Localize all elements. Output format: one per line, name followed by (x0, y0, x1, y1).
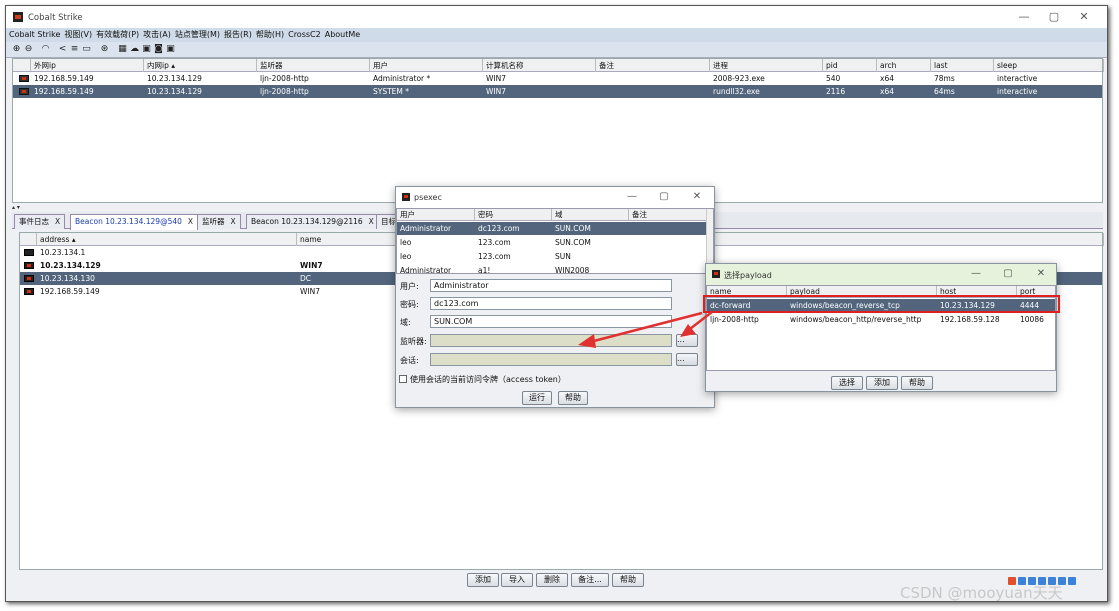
tray-icon (1068, 577, 1076, 585)
arrow-head-1 (578, 334, 596, 348)
annotation-arrows (578, 311, 713, 348)
watermark: CSDN @mooyuan天天 (900, 584, 1063, 602)
arrow-line-1 (589, 311, 703, 344)
